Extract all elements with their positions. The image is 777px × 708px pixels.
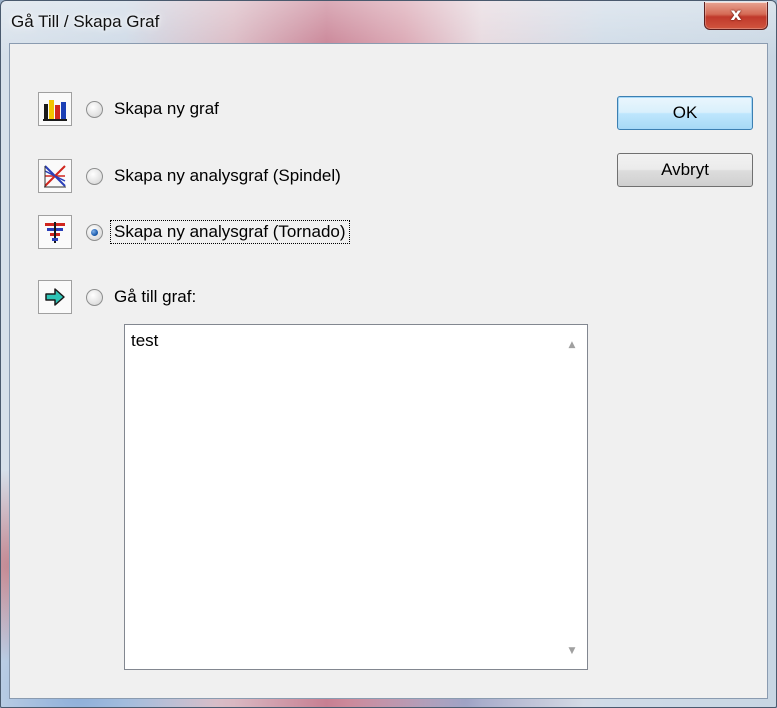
spider-chart-icon: [38, 159, 72, 193]
bar-chart-icon: [38, 92, 72, 126]
scroll-up-icon[interactable]: ▲: [557, 331, 587, 359]
radio-go-to-graph[interactable]: [86, 288, 103, 306]
radio-new-spider-graph[interactable]: [86, 167, 103, 185]
graph-listbox[interactable]: test ▲ ▼: [124, 324, 588, 670]
window-title: Gå Till / Skapa Graf: [11, 12, 160, 31]
title-bar[interactable]: Gå Till / Skapa Graf x: [1, 1, 776, 43]
radio-selected-dot: [91, 228, 98, 236]
tornado-chart-icon: [38, 215, 72, 249]
option-new-tornado-graph: Skapa ny analysgraf (Tornado): [38, 215, 350, 249]
close-button[interactable]: x: [704, 2, 768, 30]
cancel-button[interactable]: Avbryt: [617, 153, 753, 187]
dialog-window: Gå Till / Skapa Graf x Skapa ny graf Ska…: [0, 0, 777, 708]
list-scrollbar[interactable]: ▲ ▼: [557, 325, 587, 669]
scroll-down-icon[interactable]: ▼: [557, 637, 587, 665]
close-icon: x: [730, 5, 742, 25]
ok-button[interactable]: OK: [617, 96, 753, 130]
option-new-graph: Skapa ny graf: [38, 92, 222, 126]
option-new-spider-graph: Skapa ny analysgraf (Spindel): [38, 159, 344, 193]
label-new-tornado-graph[interactable]: Skapa ny analysgraf (Tornado): [110, 220, 350, 244]
label-go-to-graph[interactable]: Gå till graf:: [111, 286, 199, 308]
option-go-to-graph: Gå till graf:: [38, 280, 199, 314]
label-new-spider-graph[interactable]: Skapa ny analysgraf (Spindel): [111, 165, 344, 187]
dialog-client-area: Skapa ny graf Skapa ny analysgraf (Spind…: [9, 43, 768, 699]
radio-new-graph[interactable]: [86, 100, 103, 118]
arrow-right-icon: [38, 280, 72, 314]
radio-new-tornado-graph[interactable]: [86, 223, 103, 241]
label-new-graph[interactable]: Skapa ny graf: [111, 98, 222, 120]
list-item[interactable]: test: [131, 331, 158, 351]
